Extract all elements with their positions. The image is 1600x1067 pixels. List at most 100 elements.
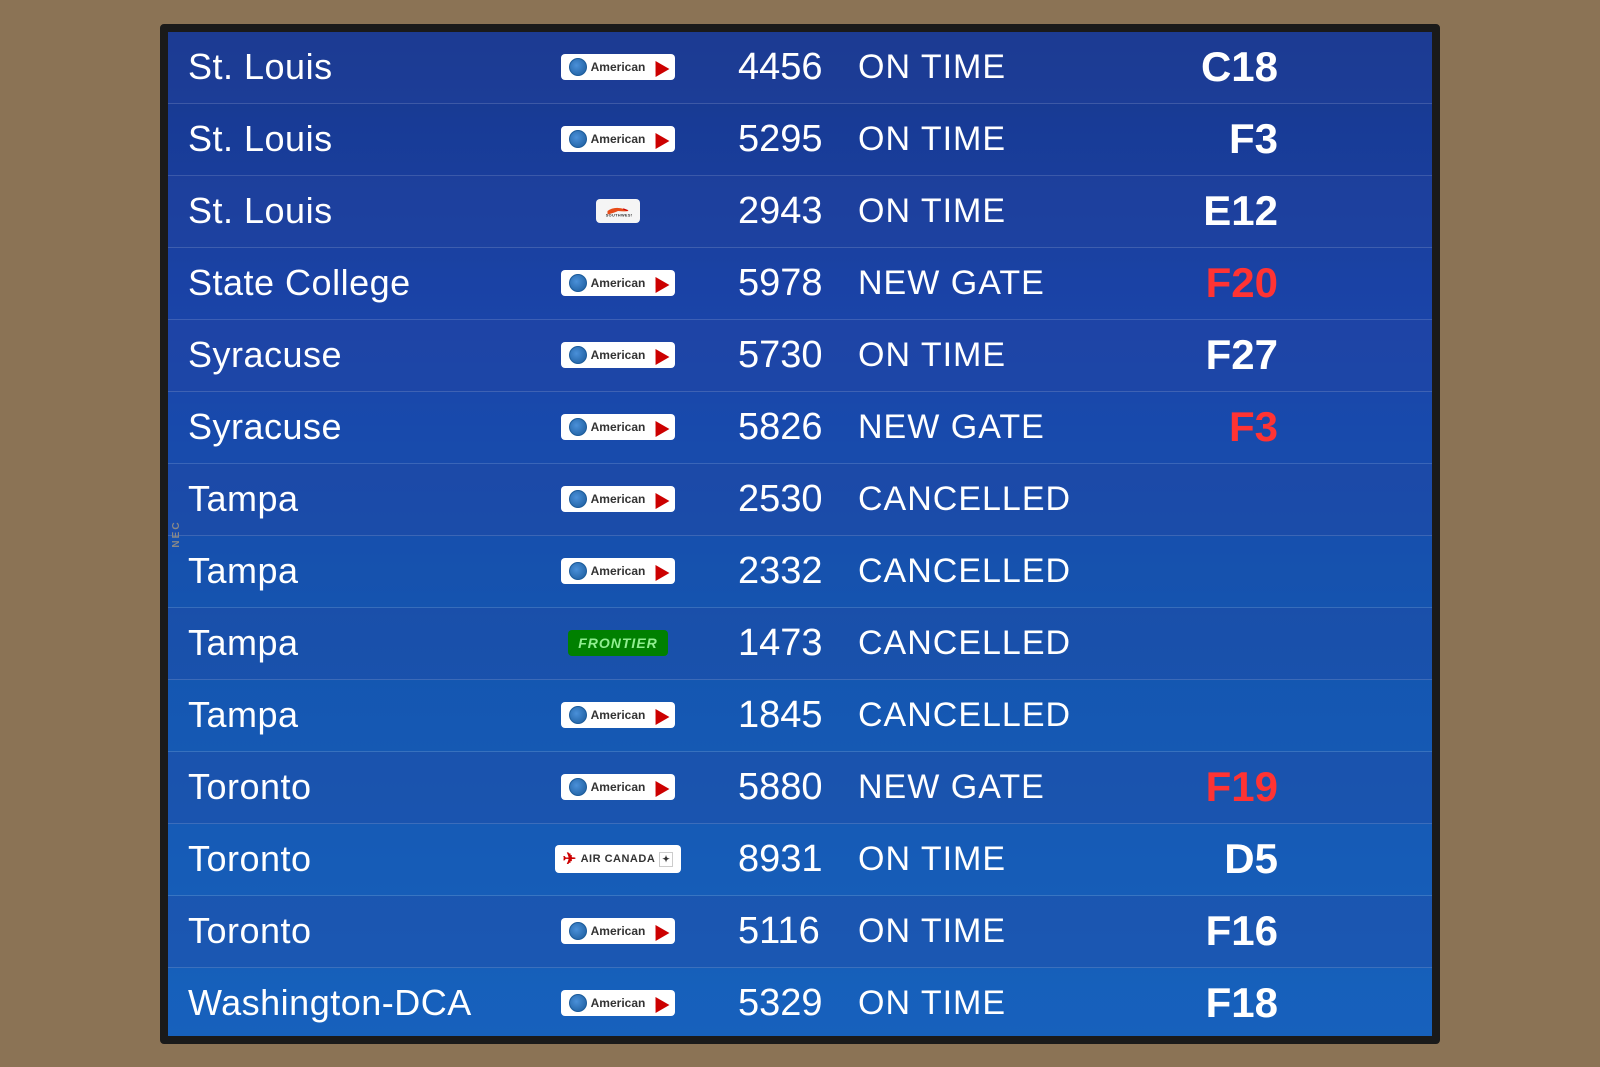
gate-number: F19 [1138,763,1278,811]
aa-text: American [591,60,646,74]
frontier-airlines-badge: FRONTIER [568,630,668,656]
aa-globe-icon [569,994,587,1012]
airline-badge: American [508,702,728,728]
flight-row: Tampa FRONTIER 1473 CANCELLED [168,608,1432,680]
flight-status: ON TIME [858,120,1138,159]
american-airlines-badge: American [561,126,676,152]
flight-row: Tampa American 2530 CANCELLED [168,464,1432,536]
gate-number: D5 [1138,835,1278,883]
aa-text: American [591,924,646,938]
aa-globe-icon [569,490,587,508]
aa-tail-icon [649,705,670,725]
flight-row: Syracuse American 5730 ON TIME F27 [168,320,1432,392]
flight-status: ON TIME [858,984,1138,1023]
airline-badge: SOUTHWEST [508,199,728,223]
flight-number: 1473 [728,622,858,665]
flight-number: 1845 [728,694,858,737]
flight-row: Washington-IAD American 6335 ON TIME D7 [168,1040,1432,1044]
flight-status: CANCELLED [858,552,1138,591]
flight-number: 5730 [728,334,858,377]
aa-text: American [591,564,646,578]
ac-text: AIR CANADA [581,853,656,865]
aa-globe-icon [569,562,587,580]
airline-badge: American [508,558,728,584]
aa-tail-icon [649,489,670,509]
flight-status: NEW GATE [858,264,1138,303]
destination-city: Syracuse [188,334,508,376]
airline-badge: American [508,918,728,944]
flight-status: CANCELLED [858,480,1138,519]
aa-globe-icon [569,58,587,76]
flight-status: ON TIME [858,840,1138,879]
flight-status: NEW GATE [858,408,1138,447]
aa-globe-icon [569,346,587,364]
airline-badge: American [508,414,728,440]
gate-number: F3 [1138,403,1278,451]
flight-number: 5295 [728,118,858,161]
destination-city: Syracuse [188,406,508,448]
gate-number: F27 [1138,331,1278,379]
southwest-airlines-badge: SOUTHWEST [596,199,640,223]
airline-badge: American [508,486,728,512]
flight-row: Toronto ✈ AIR CANADA ✦ 8931 ON TIME D5 [168,824,1432,896]
flight-status: ON TIME [858,912,1138,951]
flight-row: Syracuse American 5826 NEW GATE F3 [168,392,1432,464]
flight-status: NEW GATE [858,768,1138,807]
aa-text: American [591,492,646,506]
flight-number: 2530 [728,478,858,521]
destination-city: Washington-DCA [188,982,508,1024]
airline-badge: American [508,342,728,368]
flight-number: 2332 [728,550,858,593]
aa-text: American [591,996,646,1010]
destination-city: St. Louis [188,118,508,160]
destination-city: Tampa [188,478,508,520]
american-airlines-badge: American [561,270,676,296]
aa-tail-icon [649,129,670,149]
svg-text:SOUTHWEST: SOUTHWEST [606,213,632,217]
aa-tail-icon [649,993,670,1013]
flight-status: CANCELLED [858,624,1138,663]
aa-text: American [591,780,646,794]
aa-globe-icon [569,418,587,436]
aa-tail-icon [649,561,670,581]
american-airlines-badge: American [561,414,676,440]
flight-number: 5826 [728,406,858,449]
destination-city: Tampa [188,550,508,592]
airline-badge: American [508,990,728,1016]
flight-row: St. Louis SOUTHWEST 2943 ON TIME E12 [168,176,1432,248]
ac-maple-leaf: ✈ [563,849,577,869]
gate-number: F18 [1138,979,1278,1027]
flight-row: Toronto American 5116 ON TIME F16 [168,896,1432,968]
flight-status: ON TIME [858,48,1138,87]
flight-status: CANCELLED [858,696,1138,735]
aa-text: American [591,276,646,290]
flight-number: 5329 [728,982,858,1025]
sw-plane-icon: SOUTHWEST [604,203,632,219]
gate-number: E12 [1138,187,1278,235]
flight-row: Washington-DCA American 5329 ON TIME F18 [168,968,1432,1040]
gate-number: F16 [1138,907,1278,955]
flight-status: ON TIME [858,192,1138,231]
aa-globe-icon [569,706,587,724]
flight-board: NEC St. Louis American 4456 ON TIME C18 … [160,24,1440,1044]
air-canada-badge: ✈ AIR CANADA ✦ [555,845,682,873]
destination-city: Toronto [188,766,508,808]
destination-city: Toronto [188,838,508,880]
flight-number: 8931 [728,838,858,881]
aa-tail-icon [649,417,670,437]
destination-city: St. Louis [188,46,508,88]
flight-row: St. Louis American 4456 ON TIME C18 [168,32,1432,104]
aa-tail-icon [649,777,670,797]
aa-globe-icon [569,130,587,148]
nec-brand-label: NEC [171,520,182,547]
aa-tail-icon [649,921,670,941]
american-airlines-badge: American [561,342,676,368]
destination-city: State College [188,262,508,304]
flight-row: Tampa American 2332 CANCELLED [168,536,1432,608]
flight-row: State College American 5978 NEW GATE F20 [168,248,1432,320]
aa-globe-icon [569,274,587,292]
american-airlines-badge: American [561,774,676,800]
destination-city: Toronto [188,910,508,952]
american-airlines-badge: American [561,54,676,80]
departures-board: St. Louis American 4456 ON TIME C18 St. … [168,32,1432,1036]
